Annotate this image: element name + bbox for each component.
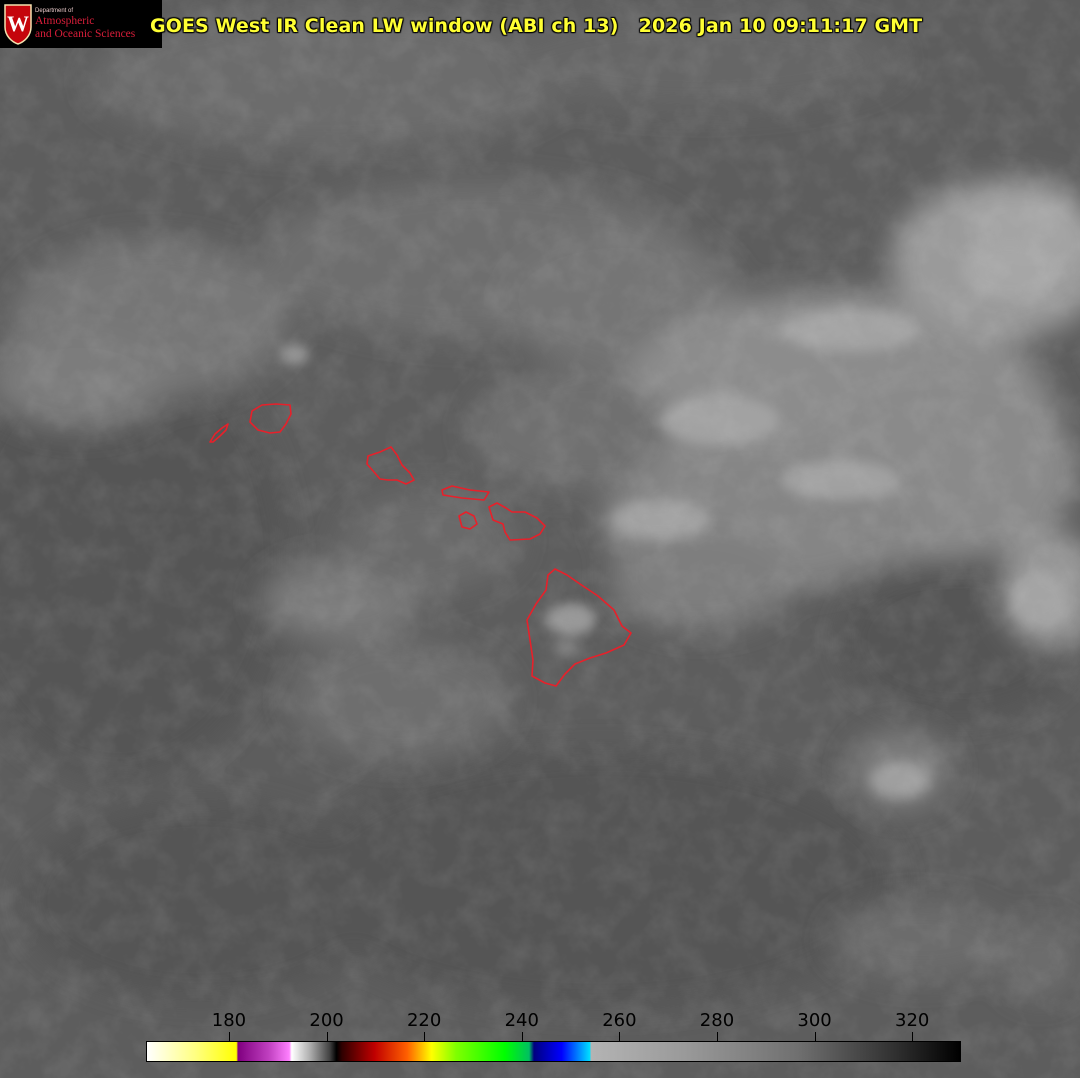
colorbar-tick [619,1032,621,1041]
colorbar-tick [521,1032,523,1041]
colorbar-tick-label: 320 [895,1010,930,1031]
colorbar-tick [716,1032,718,1041]
colorbar-tick [814,1032,816,1041]
cloud-texture [0,0,1080,1078]
crest-letter: W [7,11,29,36]
logo-department: Department of [35,8,74,14]
colorbar-tick [326,1032,328,1041]
temperature-colorbar [146,1041,961,1062]
university-crest-icon: W [4,4,32,45]
colorbar-tick-label: 220 [406,1010,442,1031]
colorbar-tick [912,1032,914,1041]
colorbar-tick-label: 180 [211,1010,247,1031]
image-title: GOES West IR Clean LW window (ABI ch 13)… [150,15,923,37]
logo: W Department of Atmospheric and Oceanic … [0,0,162,48]
colorbar-tick-label: 240 [504,1010,539,1031]
colorbar-tick-label: 280 [699,1010,735,1031]
logo-name-line1: Atmospheric [35,15,95,27]
colorbar-tick-label: 300 [797,1010,832,1031]
logo-name-line2: and Oceanic Sciences [35,28,136,40]
colorbar-tick-label: 260 [602,1010,637,1031]
colorbar-tick [424,1032,426,1041]
satellite-ir-image [0,0,1080,1078]
colorbar-tick [228,1032,230,1041]
colorbar-tick-label: 200 [309,1010,344,1031]
